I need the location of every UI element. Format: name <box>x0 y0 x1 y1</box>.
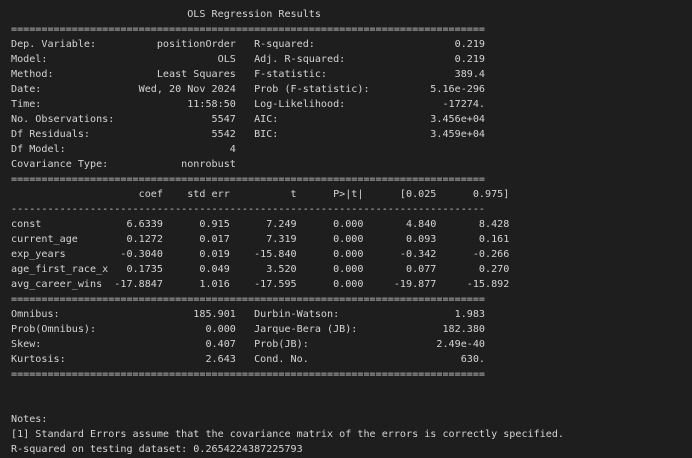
note-text: [1] Standard Errors assume that the cova… <box>11 429 565 440</box>
summary-row: Method: Least Squares F-statistic: 389.4 <box>11 69 486 80</box>
notes-label: Notes: <box>11 414 48 425</box>
coef-row: const 6.6339 0.915 7.249 0.000 4.840 8.4… <box>11 219 510 230</box>
summary-row: Df Residuals: 5542 BIC: 3.459e+04 <box>11 129 486 140</box>
regression-output: OLS Regression Results =================… <box>0 7 564 457</box>
separator-rule: ========================================… <box>11 294 486 305</box>
summary-row: Model: OLS Adj. R-squared: 0.219 <box>11 54 486 65</box>
diagnostic-row: Skew: 0.407 Prob(JB): 2.49e-40 <box>11 339 486 350</box>
test-r-squared: R-squared on testing dataset: 0.26542243… <box>11 444 303 455</box>
summary-row: Covariance Type: nonrobust <box>11 159 486 170</box>
summary-row: No. Observations: 5547 AIC: 3.456e+04 <box>11 114 486 125</box>
summary-row: Date: Wed, 20 Nov 2024 Prob (F-statistic… <box>11 84 486 95</box>
coef-row: avg_career_wins -17.8847 1.016 -17.595 0… <box>11 279 510 290</box>
coef-row: age_first_race_x 0.1735 0.049 3.520 0.00… <box>11 264 510 275</box>
dash-rule: ----------------------------------------… <box>11 204 486 215</box>
summary-row: Dep. Variable: positionOrder R-squared: … <box>11 39 486 50</box>
results-title: OLS Regression Results <box>11 9 492 20</box>
diagnostic-row: Omnibus: 185.901 Durbin-Watson: 1.983 <box>11 309 486 320</box>
separator-rule: ========================================… <box>11 24 486 35</box>
diagnostic-row: Kurtosis: 2.643 Cond. No. 630. <box>11 354 486 365</box>
coef-table-header: coef std err t P>|t| [0.025 0.975] <box>11 189 510 200</box>
summary-row: Df Model: 4 <box>11 144 486 155</box>
diagnostic-row: Prob(Omnibus): 0.000 Jarque-Bera (JB): 1… <box>11 324 486 335</box>
separator-rule: ========================================… <box>11 369 486 380</box>
coef-row: exp_years -0.3040 0.019 -15.840 0.000 -0… <box>11 249 510 260</box>
summary-row: Time: 11:58:50 Log-Likelihood: -17274. <box>11 99 486 110</box>
coef-row: current_age 0.1272 0.017 7.319 0.000 0.0… <box>11 234 510 245</box>
separator-rule: ========================================… <box>11 174 486 185</box>
